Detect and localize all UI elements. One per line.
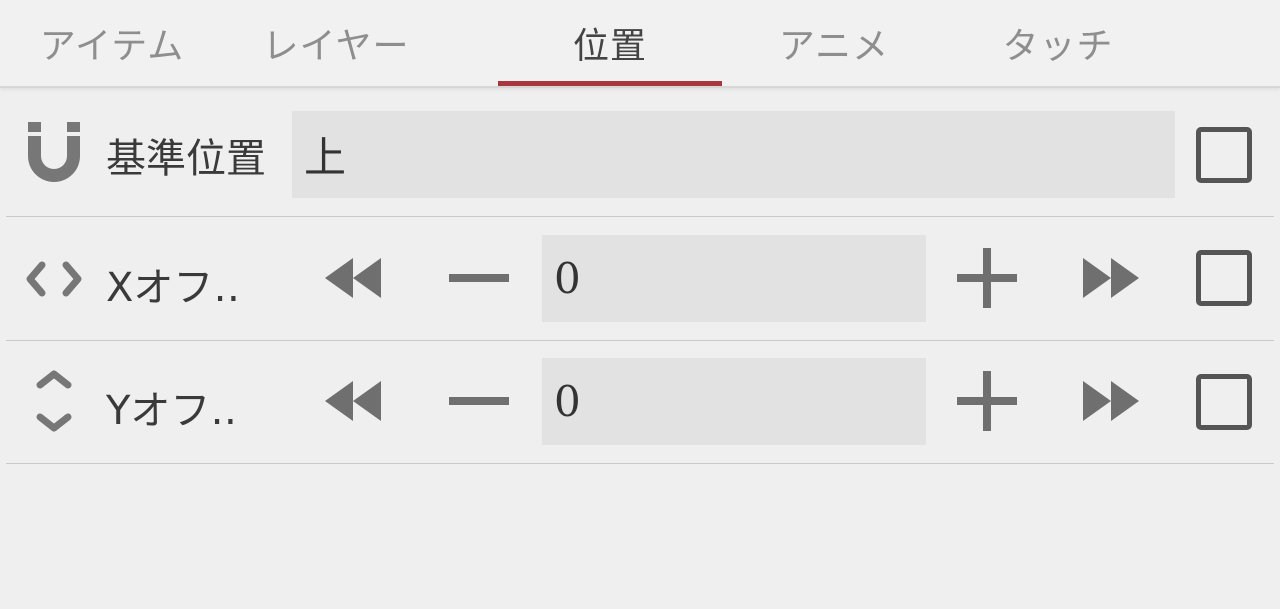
y-decrement-button[interactable] — [444, 366, 514, 436]
tab-touch[interactable]: タッチ — [946, 0, 1170, 86]
base-position-checkbox[interactable] — [1196, 127, 1252, 183]
minus-icon — [449, 274, 509, 282]
rewind-icon — [325, 258, 381, 298]
x-decrement-button[interactable] — [444, 243, 514, 313]
x-fast-increment-button[interactable] — [1076, 243, 1146, 313]
fast-forward-icon — [1083, 258, 1139, 298]
y-offset-input[interactable]: 0 — [542, 358, 926, 445]
x-fast-decrement-button[interactable] — [318, 243, 388, 313]
rewind-icon — [325, 381, 381, 421]
x-offset-row: Xオフ‥ 0 — [6, 217, 1274, 341]
plus-icon — [957, 371, 1017, 431]
tab-item[interactable]: アイテム — [0, 0, 224, 86]
x-increment-button[interactable] — [952, 243, 1022, 313]
y-offset-row: Yオフ‥ 0 — [6, 341, 1274, 464]
x-offset-checkbox[interactable] — [1196, 250, 1252, 306]
minus-icon — [449, 397, 509, 405]
y-fast-increment-button[interactable] — [1076, 366, 1146, 436]
y-fast-decrement-button[interactable] — [318, 366, 388, 436]
base-position-row: 基準位置 上 — [6, 88, 1274, 217]
tab-layer[interactable]: レイヤー — [224, 0, 448, 86]
base-position-label: 基準位置 — [106, 136, 266, 182]
base-position-field[interactable]: 上 — [292, 111, 1175, 198]
tab-position[interactable]: 位置 — [498, 0, 722, 86]
plus-icon — [957, 248, 1017, 308]
vertical-arrows-icon — [22, 369, 86, 433]
x-offset-label: Xオフ‥ — [106, 265, 241, 311]
x-offset-input[interactable]: 0 — [542, 235, 926, 322]
horizontal-arrows-icon — [22, 247, 86, 311]
y-offset-checkbox[interactable] — [1196, 374, 1252, 430]
magnet-icon — [22, 120, 86, 184]
y-offset-label: Yオフ‥ — [106, 388, 238, 434]
fast-forward-icon — [1083, 381, 1139, 421]
tab-anime[interactable]: アニメ — [722, 0, 946, 86]
y-increment-button[interactable] — [952, 366, 1022, 436]
tab-bar: アイテム レイヤー 位置 アニメ タッチ — [0, 0, 1280, 88]
